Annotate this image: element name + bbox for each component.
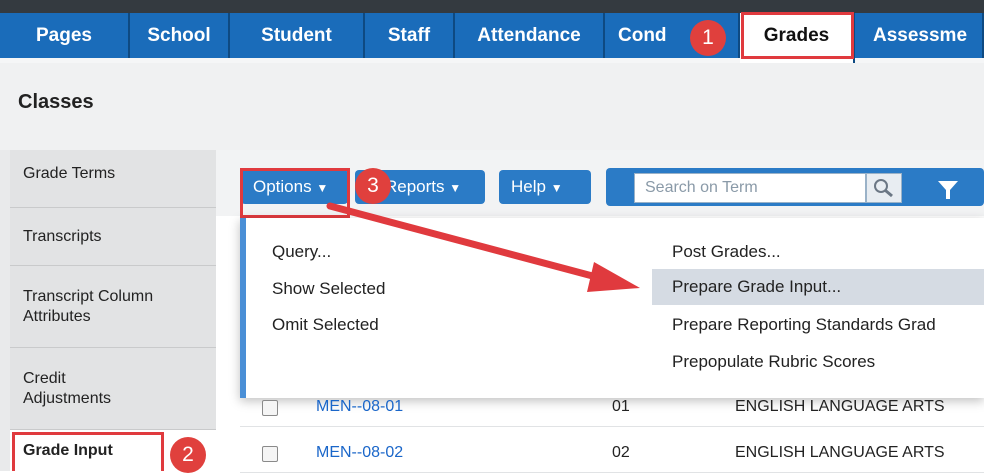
page-header [0, 63, 984, 151]
table-row[interactable]: MEN--08-01 01 ENGLISH LANGUAGE ARTS [240, 390, 984, 427]
menu-item-prepare-grade-input[interactable]: Prepare Grade Input... [652, 269, 984, 305]
menu-item-query[interactable]: Query... [272, 242, 331, 262]
sidebar-item-credit-adjustments[interactable]: Credit Adjustments [10, 348, 216, 430]
search-icon [874, 179, 893, 198]
menu-item-post-grades[interactable]: Post Grades... [672, 242, 781, 262]
tab-staff[interactable]: Staff [365, 13, 455, 58]
row-section: 01 [612, 398, 630, 415]
sidebar-item-transcripts[interactable]: Transcripts [10, 208, 216, 266]
help-label: Help [511, 177, 546, 196]
tab-assessment[interactable]: Assessme [855, 13, 984, 58]
step-badge-3: 3 [355, 168, 391, 204]
menu-item-prepopulate-rubric-scores[interactable]: Prepopulate Rubric Scores [672, 352, 875, 372]
sidebar-item-label: Transcripts [23, 227, 102, 245]
row-section: 02 [612, 444, 630, 461]
search-input[interactable]: Search on Term [634, 173, 866, 203]
help-button[interactable]: Help ▼ [499, 170, 591, 204]
grades-tab-highlight [741, 12, 854, 59]
row-course: ENGLISH LANGUAGE ARTS [735, 398, 945, 415]
row-checkbox[interactable] [262, 400, 278, 416]
tab-student[interactable]: Student [230, 13, 365, 58]
step-badge-1: 1 [690, 20, 726, 56]
row-course: ENGLISH LANGUAGE ARTS [735, 444, 945, 461]
sidebar-item-label: Transcript Column Attributes [23, 287, 154, 325]
sidebar-item-label: Grade Terms [23, 165, 116, 182]
sidebar-item-label: Credit Adjustments [23, 369, 112, 407]
filter-icon[interactable] [936, 178, 960, 202]
sidebar-item-grade-terms[interactable]: Grade Terms [10, 150, 216, 208]
sidebar-item-transcript-column-attributes[interactable]: Transcript Column Attributes [10, 266, 216, 348]
menu-item-prepare-reporting-standards[interactable]: Prepare Reporting Standards Grad [672, 315, 936, 335]
search-button[interactable] [866, 173, 902, 203]
reports-label: Reports [385, 177, 445, 196]
menu-item-omit-selected[interactable]: Omit Selected [272, 315, 379, 335]
caret-down-icon: ▼ [449, 181, 462, 195]
grade-input-highlight [12, 432, 164, 471]
options-highlight [240, 168, 350, 218]
tab-pages[interactable]: Pages [0, 13, 130, 58]
menu-item-show-selected[interactable]: Show Selected [272, 279, 385, 299]
row-code-link[interactable]: MEN--08-01 [316, 398, 403, 416]
caret-down-icon: ▼ [550, 181, 563, 195]
row-code-link[interactable]: MEN--08-02 [316, 444, 403, 462]
row-checkbox[interactable] [262, 446, 278, 462]
tab-school[interactable]: School [130, 13, 230, 58]
page-title: Classes [18, 91, 94, 113]
table-row[interactable]: MEN--08-02 02 ENGLISH LANGUAGE ARTS [240, 436, 984, 473]
step-badge-2: 2 [170, 437, 206, 473]
tab-attendance[interactable]: Attendance [455, 13, 605, 58]
